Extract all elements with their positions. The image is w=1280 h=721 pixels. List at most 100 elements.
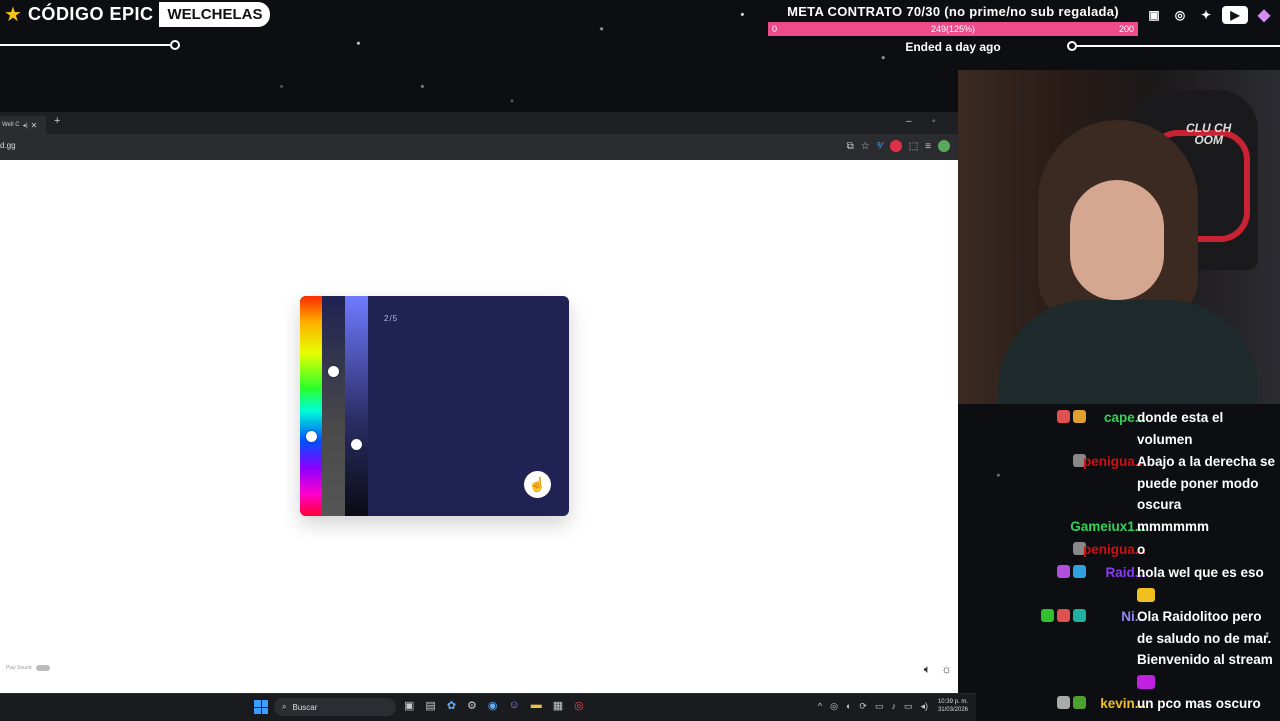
mic-icon[interactable]: ♪ (891, 701, 896, 712)
chat-text-content: Ola Raidolitoo pero de saludo no de mar.… (1137, 609, 1273, 667)
circuit-dot-right (1067, 41, 1077, 51)
speaker-icon[interactable]: ◂) (920, 701, 928, 712)
search-placeholder: Buscar (292, 702, 318, 712)
hue-slider-handle[interactable] (306, 431, 317, 442)
volume-icon[interactable]: 🔈︎ (924, 662, 931, 677)
circuit-line (0, 44, 170, 46)
system-tray: ^ ◎ ◐ ⟳ ▭ ♪ ▭ ◂) (818, 701, 928, 712)
app-icon[interactable]: ◎ (574, 699, 584, 712)
chat-username[interactable]: penigua... (1036, 539, 1146, 561)
clock[interactable]: 10:39 p. m. 31/03/2026 (938, 698, 968, 714)
cast-icon[interactable]: ⧉ (847, 141, 854, 152)
emote-icon (1137, 674, 1155, 689)
webcam-feed: CLU CH OOM (958, 70, 1280, 404)
social-icons: ▣ ◎ ✦ ▶ ◆ (1144, 6, 1274, 24)
youtube-icon: ▶ (1222, 6, 1248, 24)
chat-username[interactable]: Raid... (1036, 562, 1146, 584)
windows-start-icon[interactable] (254, 700, 268, 714)
taskbar-apps: ▣ ▤ ✿ ⚙ ◉ ☺ ▬ ▦ ◎ (404, 699, 584, 712)
fingerprint-touch-button[interactable]: ☝ (524, 471, 551, 498)
chat-username[interactable]: Gameiux1... (1036, 516, 1146, 538)
chat-username[interactable]: penigua... (1036, 451, 1146, 473)
goal-max: 200 (1118, 24, 1134, 34)
goal-value: 249(125%) (930, 24, 976, 34)
page-corner-icons: 🔈︎ ☼ (924, 662, 952, 677)
lightness-slider-handle[interactable] (351, 439, 362, 450)
chat-panel: cape... donde esta el volumen penigua...… (976, 404, 1280, 720)
tab-bar: Well C ◂) ✕ + – ◦ (0, 112, 958, 134)
clock-date: 31/03/2026 (937, 707, 968, 713)
copilot-icon[interactable]: ✿ (447, 699, 456, 712)
chat-text: hola wel que es eso (1137, 562, 1279, 605)
tray-icon-3[interactable]: ⟳ (859, 701, 867, 712)
media-control-icon[interactable]: ≡ (925, 141, 931, 152)
chat-text: mmmmmm (1137, 519, 1210, 534)
bookmark-star-icon[interactable]: ☆ (861, 141, 870, 152)
circuit-line-right (1072, 45, 1280, 47)
extension-record-icon[interactable] (889, 140, 902, 152)
meet-icon[interactable]: ▤ (425, 699, 435, 712)
tray-icon-1[interactable]: ◎ (830, 701, 838, 712)
settings-icon[interactable]: ⚙ (467, 699, 477, 712)
new-tab-button[interactable]: + (54, 115, 60, 127)
tray-chevron-icon[interactable]: ^ (818, 701, 822, 712)
browser-tab[interactable]: Well C ◂) ✕ (0, 116, 46, 134)
clock-time: 10:39 p. m. (937, 699, 968, 705)
chat-text: Abajo a la derecha se puede poner modo o… (1137, 454, 1276, 512)
gem-icon: ◆ (1257, 7, 1271, 24)
network-icon[interactable]: ▭ (904, 701, 913, 712)
toolbar-icons: ⧉ ☆ ⁹⁄ ⬚ ≡ (847, 140, 950, 152)
brightness-icon[interactable]: ☼ (941, 662, 952, 677)
task-view-icon[interactable]: ▣ (404, 699, 414, 712)
instagram-icon: ◎ (1174, 8, 1186, 22)
goal-status: Ended a day ago (905, 40, 1001, 54)
maximize-icon[interactable]: ◦ (932, 116, 936, 127)
discord-icon[interactable]: ☺ (509, 699, 520, 712)
tray-icon-2[interactable]: ◐ (846, 701, 851, 712)
chat-username[interactable]: kevin... (1036, 693, 1146, 715)
play-sound-label: Play Sound (6, 665, 32, 671)
saturation-slider[interactable] (322, 296, 345, 516)
extensions-puzzle-icon[interactable]: ⬚ (909, 141, 918, 152)
color-picker-card: 2/5 ☝ (300, 296, 569, 516)
web-page: 2/5 ☝ Play Sound 🔈︎ ☼ (0, 160, 958, 693)
lightness-slider[interactable] (345, 296, 368, 516)
brand-overlay: ★ CÓDIGO EPIC WELCHELAS (4, 2, 271, 27)
address-bar: d.gg ⧉ ☆ ⁹⁄ ⬚ ≡ (0, 134, 958, 160)
close-tab-icon[interactable]: ✕ (31, 121, 38, 130)
goal-progress-bar: 0 249(125%) 200 (768, 22, 1138, 36)
chat-text: o (1137, 542, 1146, 557)
file-explorer-icon[interactable]: ▬ (531, 699, 542, 712)
saturation-slider-handle[interactable] (328, 366, 339, 377)
sound-toggle[interactable] (35, 665, 50, 671)
streamer-hoodie (998, 300, 1258, 404)
twitter-icon: ✦ (1200, 8, 1212, 22)
extension-translate-icon[interactable]: ⁹⁄ (877, 141, 883, 152)
twitch-icon: ▣ (1148, 8, 1160, 22)
photos-icon[interactable]: ▦ (553, 699, 563, 712)
step-counter: 2/5 (384, 314, 399, 323)
star-icon: ★ (4, 3, 22, 26)
speaker-icon[interactable]: ◂) (23, 122, 28, 129)
taskbar: ⌕ Buscar ▣ ▤ ✿ ⚙ ◉ ☺ ▬ ▦ ◎ ^ ◎ ◐ ⟳ ▭ ♪ ▭… (0, 693, 976, 721)
goal-min: 0 (772, 24, 778, 34)
chat-text: un pco mas oscuro (1137, 696, 1261, 711)
profile-avatar[interactable] (938, 140, 950, 152)
minimize-icon[interactable]: – (906, 116, 912, 127)
chat-username[interactable]: Ni... (1036, 606, 1146, 628)
goal-title: META CONTRATO 70/30 (no prime/no sub reg… (787, 4, 1119, 19)
chat-text: donde esta el volumen (1137, 410, 1224, 447)
hue-slider[interactable] (300, 296, 322, 516)
chat-username[interactable]: cape... (1036, 407, 1146, 429)
tray-icon-4[interactable]: ▭ (875, 701, 884, 712)
chat-text: Ola Raidolitoo pero de saludo no de mar.… (1137, 606, 1279, 692)
chair-logo: CLU CH OOM (1186, 121, 1232, 147)
chat-text-content: hola wel que es eso (1137, 565, 1264, 580)
emote-icon (1137, 587, 1155, 602)
url-field[interactable]: d.gg (0, 141, 16, 150)
browser-window: Well C ◂) ✕ + – ◦ d.gg ⧉ ☆ ⁹⁄ ⬚ ≡ 2/5 ☝ (0, 112, 958, 693)
tab-title: Well C (2, 122, 20, 128)
chrome-icon[interactable]: ◉ (488, 699, 498, 712)
taskbar-search[interactable]: ⌕ Buscar (274, 698, 396, 716)
circuit-dot (170, 40, 180, 50)
